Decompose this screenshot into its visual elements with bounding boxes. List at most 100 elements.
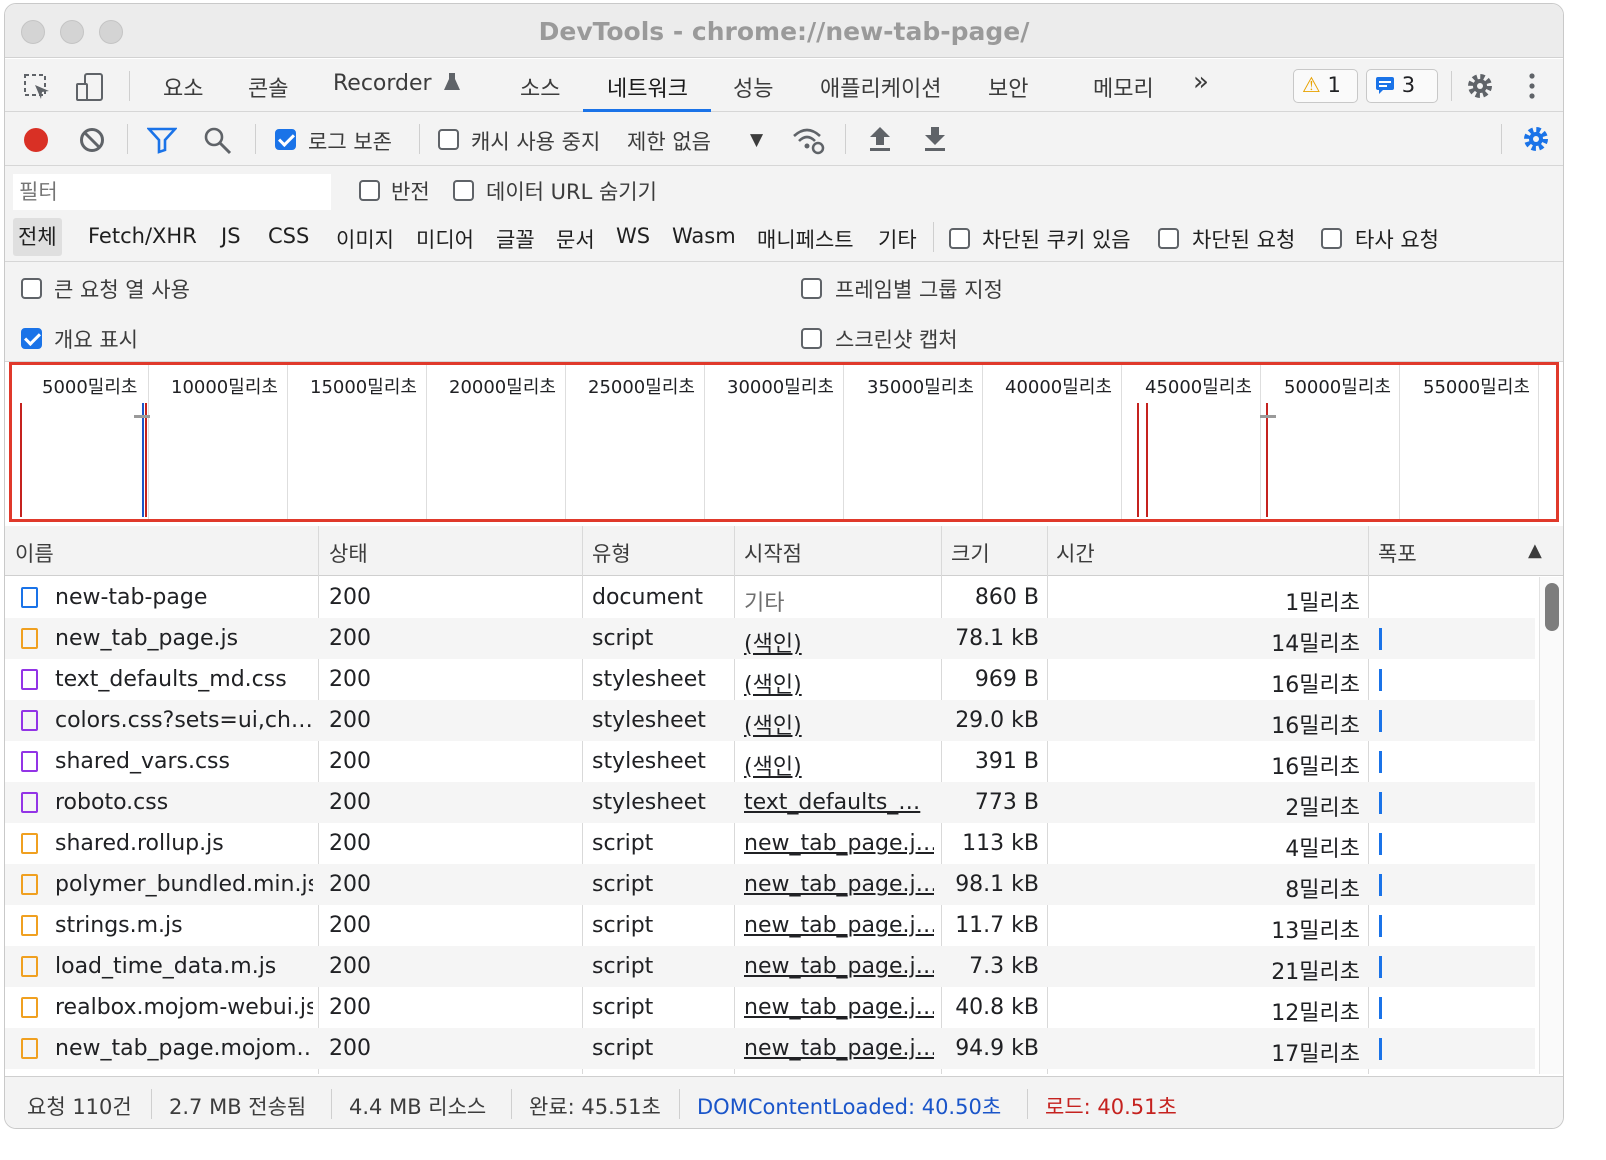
row-initiator-link[interactable]: new_tab_page.j… <box>744 1036 934 1061</box>
row-status: 200 <box>329 872 371 897</box>
capture-screenshots-checkbox[interactable] <box>801 328 822 349</box>
type-filter-doc[interactable]: 문서 <box>556 224 595 254</box>
type-filter-fetch-xhr[interactable]: Fetch/XHR <box>88 224 197 248</box>
table-row[interactable]: colors.css?sets=ui,ch… 200 stylesheet (색… <box>5 700 1535 741</box>
import-har-icon[interactable] <box>867 125 893 153</box>
type-filter-all[interactable]: 전체 <box>13 218 62 256</box>
group-by-frame-checkbox[interactable] <box>801 278 822 299</box>
table-row[interactable]: shared.rollup.js 200 script new_tab_page… <box>5 823 1535 864</box>
type-filter-img[interactable]: 이미지 <box>336 224 394 254</box>
network-overview[interactable]: 5000밀리초 10000밀리초 15000밀리초 20000밀리초 25000… <box>9 362 1559 522</box>
type-filter-manifest[interactable]: 매니페스트 <box>757 224 854 254</box>
filter-icon[interactable] <box>147 126 177 154</box>
more-tabs-button[interactable]: » <box>1193 67 1209 97</box>
table-scrollbar[interactable] <box>1539 577 1563 1074</box>
type-filter-media[interactable]: 미디어 <box>416 224 474 254</box>
table-row[interactable]: new_tab_page.js 200 script (색인) 78.1 kB … <box>5 618 1535 659</box>
big-rows-checkbox[interactable] <box>21 278 42 299</box>
group-by-frame-label: 프레임별 그룹 지정 <box>835 278 1003 302</box>
network-conditions-icon[interactable] <box>791 124 827 156</box>
sort-ascending-icon[interactable]: ▲ <box>1528 540 1542 561</box>
table-row[interactable]: shared_vars.css 200 stylesheet (색인) 391 … <box>5 741 1535 782</box>
tab-performance[interactable]: 성능 <box>733 71 773 103</box>
row-status: 200 <box>329 954 371 979</box>
row-size: 860 B <box>974 585 1039 610</box>
row-initiator-link[interactable]: new_tab_page.j… <box>744 995 934 1020</box>
inspect-element-icon[interactable] <box>23 73 51 101</box>
more-options-icon[interactable] <box>1527 72 1537 102</box>
tab-recorder[interactable]: Recorder <box>333 71 461 96</box>
header-type[interactable]: 유형 <box>592 538 631 568</box>
table-row[interactable]: text_defaults_md.css 200 stylesheet (색인)… <box>5 659 1535 700</box>
row-initiator-link[interactable]: new_tab_page.j… <box>744 831 934 856</box>
tab-security[interactable]: 보안 <box>988 71 1028 103</box>
table-row[interactable]: polymer_bundled.min.js 200 script new_ta… <box>5 864 1535 905</box>
row-initiator-link[interactable]: (색인) <box>744 667 934 699</box>
show-overview-checkbox[interactable] <box>21 328 42 349</box>
record-icon[interactable] <box>22 126 50 154</box>
type-filter-js[interactable]: JS <box>221 224 241 248</box>
table-row[interactable]: load_time_data.m.js 200 script new_tab_p… <box>5 946 1535 987</box>
type-filter-other[interactable]: 기타 <box>878 224 917 254</box>
table-row[interactable]: new_tab_page.mojom… 200 script new_tab_p… <box>5 1028 1535 1069</box>
invert-checkbox[interactable] <box>359 180 380 201</box>
row-initiator-link[interactable]: (색인) <box>744 626 934 658</box>
blocked-requests-checkbox[interactable] <box>1158 228 1179 249</box>
messages-badge[interactable]: 3 <box>1366 69 1438 103</box>
table-row[interactable]: strings.m.js 200 script new_tab_page.j… … <box>5 905 1535 946</box>
table-row[interactable]: realbox.mojom-webui.js 200 script new_ta… <box>5 987 1535 1028</box>
throttling-select[interactable]: 제한 없음 <box>627 126 711 156</box>
row-initiator-link[interactable]: new_tab_page.j… <box>744 872 934 897</box>
network-settings-gear-icon[interactable] <box>1521 124 1551 154</box>
header-status[interactable]: 상태 <box>329 538 368 568</box>
overview-tick-label: 25000밀리초 <box>588 377 695 398</box>
row-status: 200 <box>329 790 371 815</box>
header-name[interactable]: 이름 <box>15 538 54 568</box>
device-toolbar-icon[interactable] <box>75 72 105 102</box>
row-type: stylesheet <box>592 708 706 733</box>
type-filter-font[interactable]: 글꼴 <box>496 224 535 254</box>
tab-sources[interactable]: 소스 <box>520 71 560 103</box>
header-time[interactable]: 시간 <box>1056 538 1095 568</box>
type-filter-ws[interactable]: WS <box>616 224 650 248</box>
disable-cache-label: 캐시 사용 중지 <box>471 130 601 154</box>
header-size[interactable]: 크기 <box>951 538 990 568</box>
script-file-icon <box>21 956 38 977</box>
table-row[interactable]: roboto.css 200 stylesheet text_defaults_… <box>5 782 1535 823</box>
row-initiator-link[interactable]: (색인) <box>744 708 934 740</box>
type-filter-wasm[interactable]: Wasm <box>672 224 736 248</box>
tab-network[interactable]: 네트워크 <box>607 71 688 103</box>
settings-gear-icon[interactable] <box>1465 71 1495 101</box>
header-waterfall[interactable]: 폭포 <box>1378 538 1417 568</box>
hide-data-urls-checkbox[interactable] <box>453 180 474 201</box>
overview-tick-label: 55000밀리초 <box>1423 377 1530 398</box>
tab-elements[interactable]: 요소 <box>163 71 203 103</box>
clear-icon[interactable] <box>78 126 106 154</box>
filter-input[interactable] <box>13 174 331 210</box>
export-har-icon[interactable] <box>922 125 948 153</box>
row-initiator-link[interactable]: new_tab_page.j… <box>744 954 934 979</box>
divider <box>511 1089 512 1119</box>
disable-cache-checkbox[interactable] <box>438 129 459 150</box>
preserve-log-checkbox[interactable] <box>275 129 296 150</box>
scrollbar-thumb[interactable] <box>1545 583 1559 631</box>
search-icon[interactable] <box>203 126 233 156</box>
third-party-checkbox[interactable] <box>1321 228 1342 249</box>
tab-memory[interactable]: 메모리 <box>1093 71 1154 103</box>
warnings-badge[interactable]: ⚠ 1 <box>1293 69 1358 103</box>
overview-load-marker <box>1146 403 1148 517</box>
waterfall-bar <box>1379 833 1382 855</box>
chevron-down-icon[interactable]: ▼ <box>750 130 763 150</box>
script-file-icon <box>21 833 38 854</box>
table-row[interactable]: new-tab-page 200 document 기타 860 B 1밀리초 <box>5 577 1535 618</box>
tab-console[interactable]: 콘솔 <box>248 71 288 103</box>
header-initiator[interactable]: 시작점 <box>744 538 802 568</box>
row-initiator-link[interactable]: (색인) <box>744 749 934 781</box>
hide-data-urls-label: 데이터 URL 숨기기 <box>486 180 657 204</box>
tab-application[interactable]: 애플리케이션 <box>820 71 941 103</box>
blocked-cookies-checkbox[interactable] <box>949 228 970 249</box>
divider <box>151 1089 152 1119</box>
row-initiator-link[interactable]: new_tab_page.j… <box>744 913 934 938</box>
row-initiator-link[interactable]: text_defaults_… <box>744 790 934 815</box>
type-filter-css[interactable]: CSS <box>268 224 309 248</box>
